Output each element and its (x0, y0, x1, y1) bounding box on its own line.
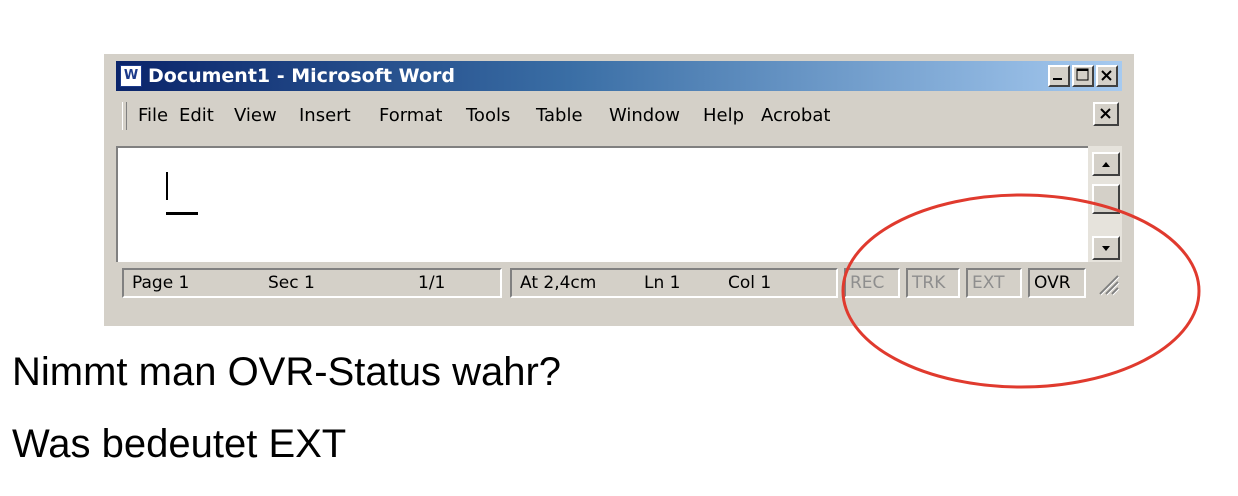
status-line: Ln 1 (644, 273, 681, 293)
end-of-document-mark (166, 212, 198, 215)
status-page: Page 1 (132, 273, 190, 293)
maximize-icon (1076, 68, 1089, 81)
question-ext: Was bedeutet EXT (12, 422, 347, 466)
highlight-oval (841, 193, 1201, 389)
toolbar-grip[interactable] (122, 102, 127, 130)
minimize-button[interactable] (1048, 65, 1070, 87)
status-at: At 2,4cm (520, 273, 597, 293)
document-close-button[interactable] (1093, 102, 1119, 126)
arrow-up-icon (1102, 162, 1110, 167)
maximize-button[interactable] (1072, 65, 1094, 87)
window-title: Document1 - Microsoft Word (148, 65, 455, 87)
menu-edit[interactable]: Edit (179, 105, 214, 126)
status-section: Sec 1 (268, 273, 315, 293)
menu-insert[interactable]: Insert (299, 105, 351, 126)
question-ovr: Nimmt man OVR-Status wahr? (12, 350, 562, 394)
scroll-up-button[interactable] (1092, 152, 1120, 176)
menu-view[interactable]: View (234, 105, 277, 126)
menu-tools[interactable]: Tools (466, 105, 510, 126)
close-icon (1101, 70, 1112, 81)
menu-help[interactable]: Help (703, 105, 744, 126)
menu-acrobat[interactable]: Acrobat (761, 105, 830, 126)
minimize-icon (1053, 78, 1062, 80)
menu-table[interactable]: Table (536, 105, 583, 126)
menu-file[interactable]: File (138, 105, 168, 126)
status-column: Col 1 (728, 273, 772, 293)
menu-window[interactable]: Window (609, 105, 680, 126)
status-page-count: 1/1 (418, 273, 446, 293)
text-cursor (166, 172, 168, 200)
title-bar[interactable]: W Document1 - Microsoft Word (116, 61, 1122, 91)
close-button[interactable] (1096, 65, 1118, 87)
menu-format[interactable]: Format (379, 105, 442, 126)
word-app-icon[interactable]: W (120, 65, 142, 87)
close-icon (1100, 108, 1111, 119)
menu-bar: File Edit View Insert Format Tools Table… (116, 96, 1122, 136)
